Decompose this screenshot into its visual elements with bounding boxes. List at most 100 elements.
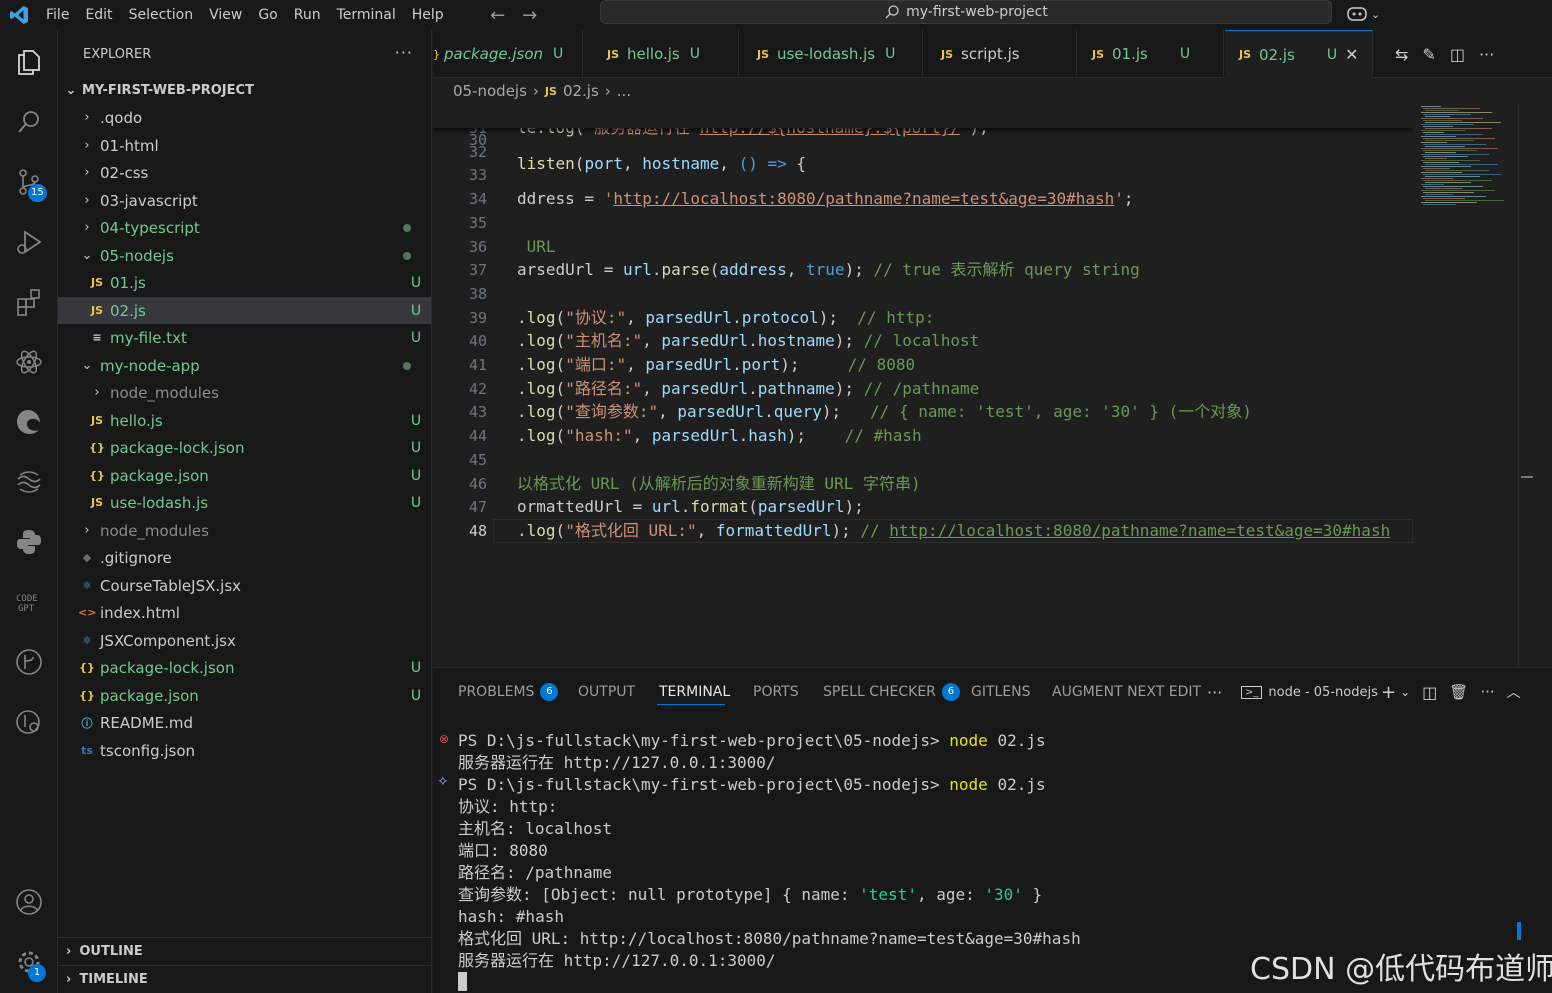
menu-help[interactable]: Help [404, 0, 452, 30]
tree-item-readme[interactable]: ⓘ README.md [58, 709, 431, 736]
extensions-icon[interactable] [0, 278, 58, 326]
tree-item-02-js[interactable]: JS 02.js U [58, 297, 431, 324]
tree-item-use-lodash-js[interactable]: JS use-lodash.js U [58, 489, 431, 516]
close-icon[interactable]: ✕ [1345, 45, 1358, 64]
tree-item-qodo[interactable]: › .qodo [58, 104, 431, 131]
panel-tab-problems[interactable]: PROBLEMS 6 [458, 668, 559, 716]
copilot-icon[interactable]: ⌄ [1346, 2, 1386, 26]
panel-tab-terminal[interactable]: TERMINAL [659, 668, 730, 716]
tree-item-01-js[interactable]: JS 01.js U [58, 269, 431, 296]
gitlens-inspect-icon[interactable] [0, 698, 58, 746]
maximize-panel-icon[interactable]: ︿ [1507, 682, 1521, 702]
react-icon[interactable] [0, 338, 58, 386]
trash-icon[interactable]: 🗑 [1449, 683, 1468, 701]
codegpt-icon[interactable]: CODE GPT [0, 578, 58, 626]
breadcrumb-folder[interactable]: 05-nodejs [453, 82, 527, 100]
tree-item-package-lock-json[interactable]: {} package-lock.json U [58, 654, 431, 681]
menu-terminal[interactable]: Terminal [329, 0, 404, 30]
tree-item-03-javascript[interactable]: › 03-javascript [58, 187, 431, 214]
breadcrumb-more[interactable]: ... [617, 82, 631, 100]
tree-item-index-html[interactable]: <> index.html [58, 599, 431, 626]
account-icon[interactable] [0, 878, 58, 926]
menu-file[interactable]: File [38, 0, 77, 30]
menu-selection[interactable]: Selection [121, 0, 202, 30]
terminal-instance-selector[interactable]: >_ node - 05-nodejs [1241, 668, 1378, 716]
chevron-down-icon[interactable]: ⌄ [1400, 685, 1410, 699]
minimap-stroke [1421, 196, 1486, 197]
editor-scrollbar[interactable] [1518, 104, 1533, 667]
panel-tab-augment[interactable]: AUGMENT NEXT EDIT [1052, 668, 1201, 716]
menu-go[interactable]: Go [250, 0, 285, 30]
forward-arrow-icon[interactable]: → [514, 5, 546, 26]
title-bar: File Edit Selection View Go Run Terminal… [0, 0, 1552, 30]
split-terminal-icon[interactable]: ◫ [1422, 683, 1437, 702]
search-activity-icon[interactable] [0, 98, 58, 146]
back-arrow-icon[interactable]: ← [482, 5, 514, 26]
run-debug-icon[interactable] [0, 218, 58, 266]
tree-item-05-nodejs[interactable]: ⌄ 05-nodejs [58, 242, 431, 269]
tab-01-js[interactable]: JS 01.js U [1078, 30, 1224, 78]
explorer-activity-icon[interactable] [0, 38, 58, 86]
code-editor[interactable]: 30 listen(port, hostname, () => { 31le.l… [433, 104, 1413, 667]
edge-icon[interactable] [0, 398, 58, 446]
compare-changes-icon[interactable]: ⇆ [1395, 45, 1408, 64]
ts-config-icon: ts [81, 744, 93, 757]
python-icon[interactable] [0, 518, 58, 566]
project-root[interactable]: ⌄ MY-FIRST-WEB-PROJECT [58, 77, 431, 104]
minimap[interactable] [1413, 104, 1518, 667]
git-status: U [410, 412, 422, 429]
menu-run[interactable]: Run [286, 0, 329, 30]
tree-item-jsxcomponent[interactable]: ⚛ JSXComponent.jsx [58, 627, 431, 654]
tab-script-js[interactable]: JS script.js [927, 30, 1077, 78]
editor-tab-bar: } package.json U JS hello.js U JS use-lo… [433, 30, 1552, 78]
breadcrumb-file[interactable]: 02.js [563, 82, 599, 100]
tree-item-package-json[interactable]: {} package.json U [58, 682, 431, 709]
split-editor-icon[interactable]: ◫ [1450, 45, 1465, 64]
pen-icon[interactable]: ✎ [1422, 45, 1435, 64]
panel-tab-spell-checker[interactable]: SPELL CHECKER 6 [823, 668, 960, 716]
tree-item-node-modules[interactable]: › node_modules [58, 517, 431, 544]
tree-item-my-file-txt[interactable]: ≡ my-file.txt U [58, 324, 431, 351]
timeline-section[interactable]: › TIMELINE [58, 965, 431, 992]
panel-tab-output[interactable]: OUTPUT [578, 668, 635, 716]
tree-item-package-json-inner[interactable]: {} package.json U [58, 462, 431, 489]
gitlens-icon[interactable] [0, 638, 58, 686]
settings-gear-icon[interactable]: 1 [0, 938, 58, 986]
line-number: 46 [468, 474, 487, 493]
menu-view[interactable]: View [201, 0, 250, 30]
panel-actions: + ⌄ ◫ 🗑 ··· ︿ [1381, 668, 1521, 716]
wave-icon[interactable] [0, 458, 58, 506]
tree-item-node-modules-inner[interactable]: › node_modules [58, 379, 431, 406]
minimap-stroke [1425, 200, 1504, 201]
tree-item-gitignore[interactable]: ◆ .gitignore [58, 544, 431, 571]
tree-item-02-css[interactable]: › 02-css [58, 159, 431, 186]
tree-item-my-node-app[interactable]: ⌄ my-node-app [58, 352, 431, 379]
more-actions-icon[interactable]: ··· [1480, 683, 1494, 701]
more-actions-icon[interactable]: ··· [395, 43, 413, 62]
panel-more-icon[interactable]: ··· [1207, 668, 1222, 716]
source-control-icon[interactable]: 15 [0, 158, 58, 206]
sticky-scroll-line[interactable]: 30 listen(port, hostname, () => { [433, 104, 1413, 173]
command-center-search[interactable]: my-first-web-project [600, 0, 1332, 24]
tab-hello-js[interactable]: JS hello.js U [593, 30, 739, 78]
minimap-stroke [1425, 140, 1474, 141]
tree-item-package-lock-json-inner[interactable]: {} package-lock.json U [58, 434, 431, 461]
minimap-stroke [1425, 116, 1450, 117]
tree-item-tsconfig[interactable]: ts tsconfig.json [58, 737, 431, 764]
menu-edit[interactable]: Edit [77, 0, 120, 30]
tree-item-hello-js[interactable]: JS hello.js U [58, 407, 431, 434]
new-terminal-icon[interactable]: + [1381, 682, 1396, 703]
more-actions-icon[interactable]: ··· [1479, 45, 1494, 64]
outline-section[interactable]: › OUTLINE [58, 937, 431, 964]
minimap-stroke [1421, 142, 1447, 143]
tab-02-js[interactable]: JS 02.js U ✕ [1225, 30, 1373, 78]
chevron-down-icon[interactable]: ⌄ [1371, 8, 1380, 21]
tab-use-lodash-js[interactable]: JS use-lodash.js U [743, 30, 923, 78]
tree-item-label: my-file.txt [110, 328, 187, 347]
tree-item-04-typescript[interactable]: › 04-typescript [58, 214, 431, 241]
tab-package-json[interactable]: } package.json U [433, 30, 583, 78]
panel-tab-gitlens[interactable]: GITLENS [971, 668, 1031, 716]
tree-item-coursetablejsx[interactable]: ⚛ CourseTableJSX.jsx [58, 572, 431, 599]
panel-tab-ports[interactable]: PORTS [753, 668, 799, 716]
tree-item-01-html[interactable]: › 01-html [58, 132, 431, 159]
